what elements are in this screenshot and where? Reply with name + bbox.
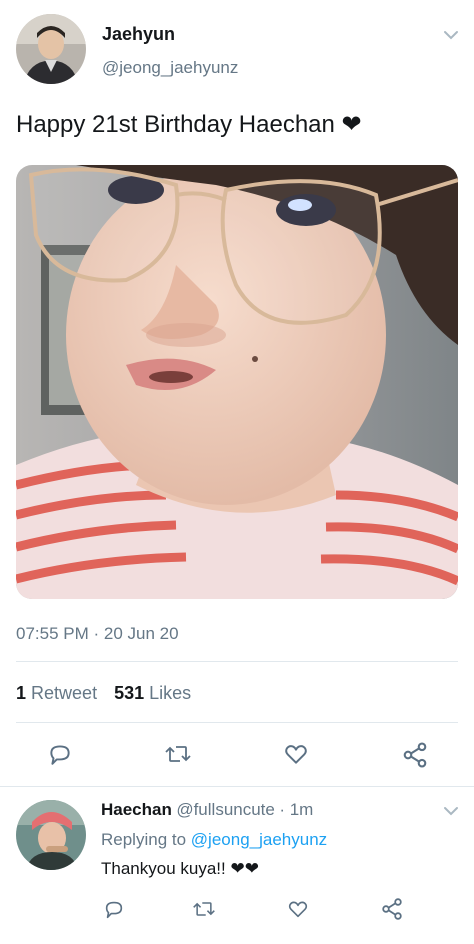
reply-text: Thankyou kuya!! ❤❤ [101,859,259,878]
tweet-timestamp[interactable]: 07:55 PM · 20 Jun 20 [16,624,179,644]
divider [0,786,474,787]
replying-to: Replying to @jeong_jaehyunz [101,830,327,850]
like-count: 531 [114,683,145,703]
like-label: Likes [149,683,192,703]
heart-icon[interactable] [287,898,309,920]
retweet-label: Retweet [31,683,98,703]
chevron-down-icon[interactable] [440,24,462,46]
author-avatar[interactable] [16,14,86,84]
share-icon[interactable] [380,897,404,921]
divider [16,722,458,723]
retweet-icon[interactable] [192,898,216,920]
reply-author-handle[interactable]: @fullsuncute [176,800,275,819]
reply-icon[interactable] [103,898,125,920]
reply-age: · 1m [279,800,314,819]
reply-header: Haechan @fullsuncute · 1m [101,800,313,820]
tweet-photo[interactable] [16,165,458,599]
reply-author-name[interactable]: Haechan [101,800,172,819]
like-stat[interactable]: 531 Likes [114,683,191,703]
replying-handle-link[interactable]: @jeong_jaehyunz [191,830,327,849]
share-icon[interactable] [401,741,429,769]
retweet-stat[interactable]: 1 Retweet [16,683,102,703]
chevron-down-icon[interactable] [440,800,462,822]
retweet-icon[interactable] [164,741,192,767]
heart-icon[interactable] [283,741,309,767]
author-name[interactable]: Jaehyun [102,24,175,45]
reply-icon[interactable] [47,741,73,767]
reply-author-avatar[interactable] [16,800,86,870]
author-handle[interactable]: @jeong_jaehyunz [102,58,238,78]
divider [16,661,458,662]
retweet-count: 1 [16,683,27,703]
tweet-stats: 1 Retweet 531 Likes [16,683,191,704]
tweet-text: Happy 21st Birthday Haechan ❤ [16,111,362,138]
replying-prefix: Replying to [101,830,187,849]
